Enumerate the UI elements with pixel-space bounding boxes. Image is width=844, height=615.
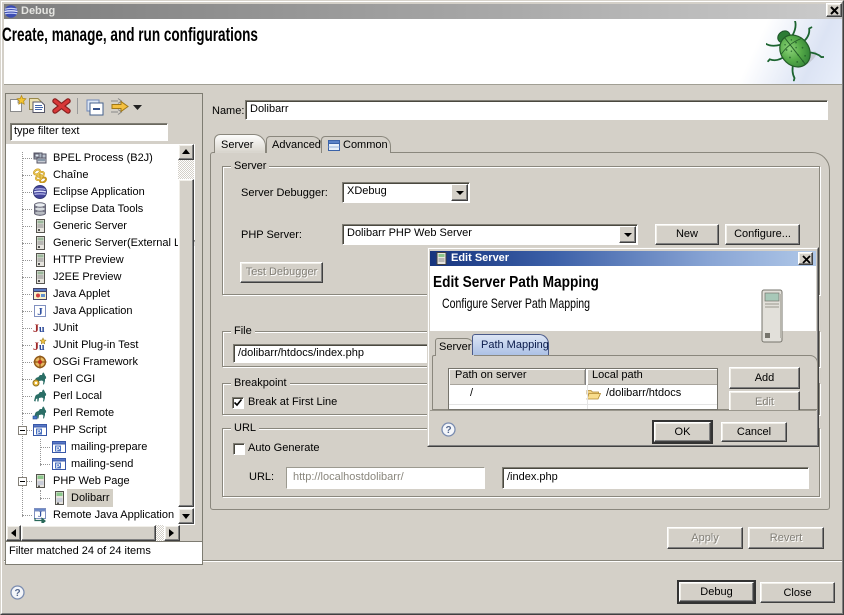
svg-text:?: ? bbox=[445, 425, 451, 436]
svg-text:P: P bbox=[56, 446, 61, 453]
svg-text:?: ? bbox=[14, 588, 20, 599]
svg-text:P: P bbox=[56, 463, 61, 470]
svg-text:J: J bbox=[37, 306, 43, 318]
svg-text:u: u bbox=[39, 324, 45, 335]
svg-text:P: P bbox=[37, 429, 42, 436]
